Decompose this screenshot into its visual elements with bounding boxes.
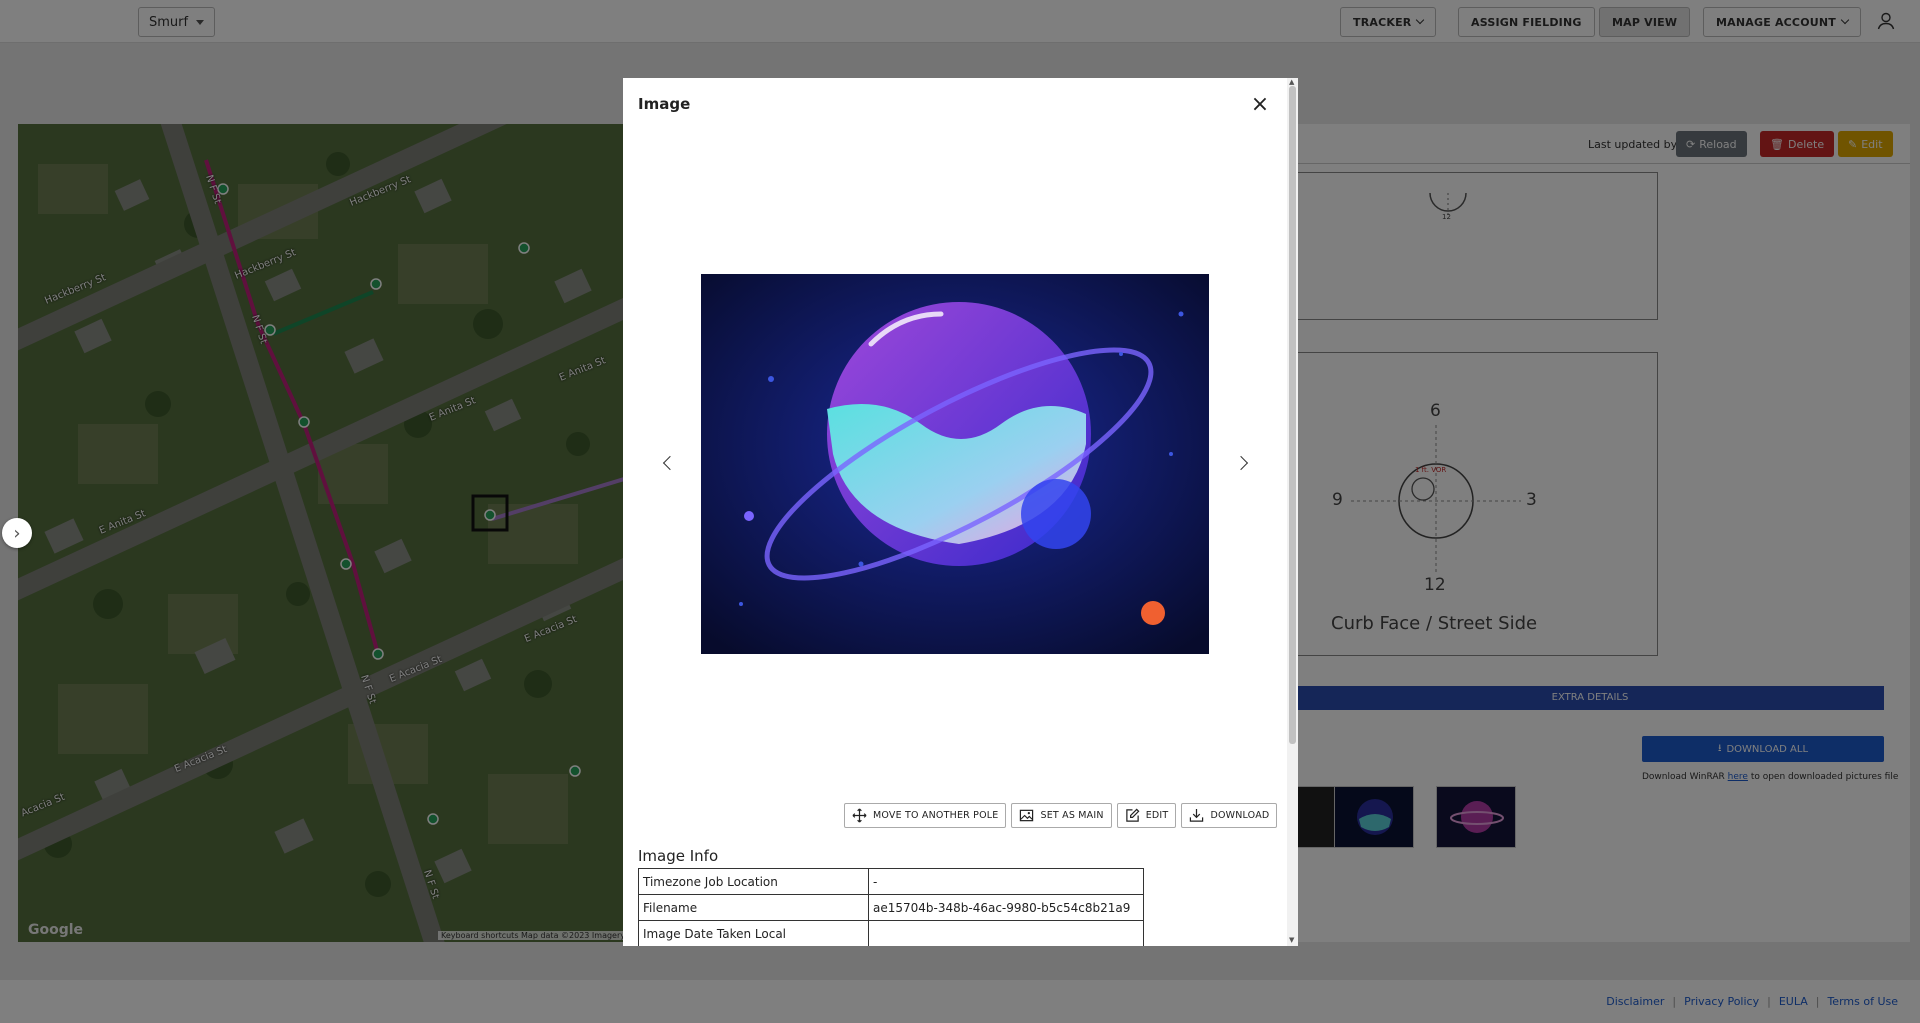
info-key: Image Date Taken Local [638,920,869,946]
download-icon [1190,808,1204,822]
edit-image-label: EDIT [1145,810,1169,821]
image-info-table: Timezone Job Location - Filename ae15704… [638,868,1144,946]
image-modal: Image × MOVE TO ANOTHER POLE SET AS MAIN… [623,78,1298,946]
sidebar-toggle-button[interactable]: › [2,518,32,548]
modal-title: Image [638,95,691,113]
chevron-left-icon [662,455,678,471]
download-image-button[interactable]: DOWNLOAD [1181,803,1278,828]
next-image-button[interactable] [1229,451,1253,475]
set-as-main-button[interactable]: SET AS MAIN [1011,803,1112,828]
info-value: - [868,868,1144,895]
edit-image-button[interactable]: EDIT [1116,803,1177,828]
modal-scrollbar-thumb[interactable] [1289,86,1296,744]
image-action-bar: MOVE TO ANOTHER POLE SET AS MAIN EDIT DO… [844,803,1278,828]
move-label: MOVE TO ANOTHER POLE [873,810,999,821]
move-arrows-icon [852,808,867,823]
image-info-heading: Image Info [638,847,719,865]
image-viewer [701,274,1209,654]
table-row: Filename ae15704b-348b-46ac-9980-b5c54c8… [638,894,1144,921]
info-value: ae15704b-348b-46ac-9980-b5c54c8b21a9 [868,894,1144,921]
close-button[interactable]: × [1249,94,1271,116]
planet-illustration [701,274,1209,654]
download-image-label: DOWNLOAD [1210,810,1270,821]
table-row: Image Date Taken Local [638,920,1144,946]
set-as-main-label: SET AS MAIN [1040,810,1104,821]
scroll-down-icon[interactable]: ▼ [1289,936,1294,944]
info-value [868,920,1144,946]
move-to-another-pole-button[interactable]: MOVE TO ANOTHER POLE [844,803,1007,828]
image-icon [1020,809,1034,822]
chevron-right-icon [1233,455,1249,471]
chevron-right-icon: › [13,522,21,544]
close-icon: × [1250,92,1270,117]
edit-icon [1125,808,1140,822]
previous-image-button[interactable] [658,451,682,475]
info-key: Timezone Job Location [638,868,869,895]
scroll-up-icon[interactable]: ▲ [1289,78,1294,86]
info-key: Filename [638,894,869,921]
table-row: Timezone Job Location - [638,868,1144,895]
